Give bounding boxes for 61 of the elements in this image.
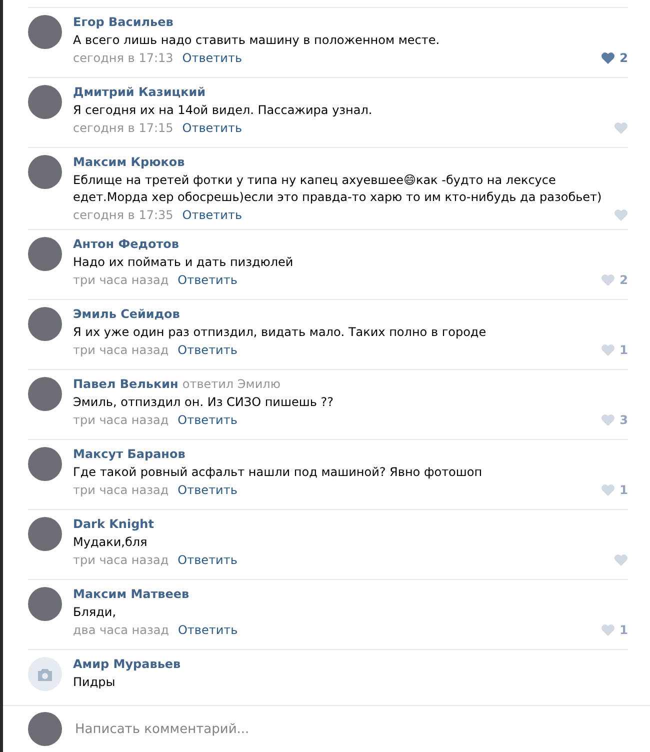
comment-text: Где такой ровный асфальт нашли под машиной? Явно фотошоп — [73, 464, 484, 481]
comment-time: сегодня в 17:15 — [73, 121, 174, 135]
author-name[interactable]: Dark Knight — [73, 517, 154, 531]
avatar-photo[interactable] — [28, 307, 62, 341]
comment-text: Мудаки,бля — [73, 534, 148, 551]
comment-time: сегодня в 17:35 — [73, 208, 174, 222]
avatar-photo[interactable] — [28, 377, 62, 411]
avatar-photo[interactable] — [28, 85, 62, 119]
comment-time: три часа назад — [73, 273, 169, 287]
reply-link[interactable]: Ответить — [178, 483, 238, 497]
author-name[interactable]: Павел Велькин — [73, 377, 178, 391]
reply-link[interactable]: Ответить — [178, 623, 238, 637]
reply-link[interactable]: Ответить — [182, 208, 242, 222]
comment-text: Надо их поймать и дать пиздюлей — [73, 254, 294, 271]
comment-time: два часа назад — [73, 623, 169, 637]
avatar-photo — [28, 712, 62, 746]
author-name[interactable]: Максим Матвеев — [73, 587, 190, 601]
reply-link[interactable]: Ответить — [182, 121, 242, 135]
author-name[interactable]: Амир Муравьев — [73, 657, 181, 671]
author-name[interactable]: Антон Федотов — [73, 237, 180, 251]
heart-icon — [600, 484, 615, 496]
author-name[interactable]: Максим Крюков — [73, 155, 185, 169]
avatar-photo[interactable] — [28, 447, 62, 481]
author-name[interactable]: Эмиль Сейидов — [73, 307, 180, 321]
comment-time: три часа назад — [73, 553, 169, 567]
heart-icon — [600, 624, 615, 636]
comment-text: Я сегодня их на 14ой видел. Пассажира узнал. — [73, 102, 374, 119]
avatar-photo[interactable] — [28, 15, 62, 49]
comment-time: три часа назад — [73, 413, 169, 427]
like-button[interactable]: 2 — [600, 51, 628, 65]
comment-time: три часа назад — [73, 483, 169, 497]
heart-icon — [600, 52, 615, 64]
avatar-photo[interactable] — [28, 517, 62, 551]
comment-input[interactable]: Написать комментарий... — [73, 720, 628, 738]
comment-time: три часа назад — [73, 343, 169, 357]
comment-text: Я их уже один раз отпиздил, видать мало. Таких полно в городе — [73, 324, 488, 341]
heart-icon — [600, 344, 615, 356]
comment-text: Эмиль, отпиздил он. Из СИЗО пишешь ?? — [73, 394, 334, 411]
reply-link[interactable]: Ответить — [178, 413, 238, 427]
heart-icon — [600, 274, 615, 286]
comment-text: Бляди, — [73, 604, 118, 621]
avatar-photo[interactable] — [28, 587, 62, 621]
comment-text: Пидры — [73, 674, 116, 691]
avatar-photo[interactable] — [28, 237, 62, 271]
heart-icon — [614, 122, 628, 134]
author-name[interactable]: Дмитрий Казицкий — [73, 85, 206, 99]
heart-icon — [614, 554, 628, 566]
comment-text: А всего лишь надо ставить машину в положенном месте. — [73, 32, 441, 49]
avatar-photo[interactable] — [28, 155, 62, 189]
author-name[interactable]: Максут Баранов — [73, 447, 186, 461]
reply-link[interactable]: Ответить — [178, 343, 238, 357]
heart-icon — [614, 209, 628, 221]
reply-link[interactable]: Ответить — [178, 553, 238, 567]
reply-note: ответил Эмилю — [182, 377, 280, 391]
reply-link[interactable]: Ответить — [178, 273, 238, 287]
camera-icon — [37, 668, 53, 680]
reply-link[interactable]: Ответить — [182, 51, 242, 65]
author-name[interactable]: Егор Васильев — [73, 15, 174, 29]
comment-time: сегодня в 17:13 — [73, 51, 174, 65]
comment-text: Еблище на третей фотки у типа ну капец ахуевшее😄как -будто на лексусе едет.Морда хер обосрешь)если это правда-то харю то им кто-нибудь да разобьет) — [73, 172, 603, 206]
heart-icon — [600, 414, 615, 426]
